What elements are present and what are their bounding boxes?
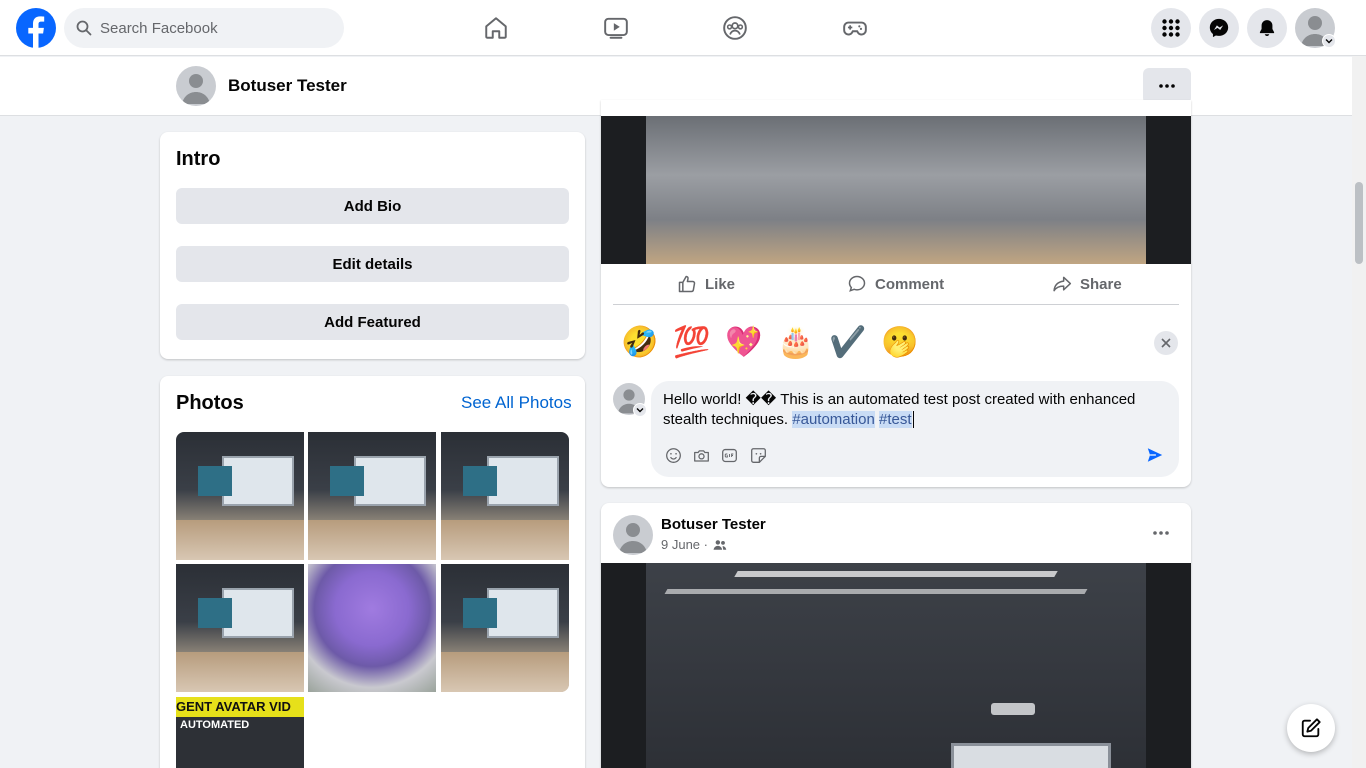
reaction-emoji[interactable]: 🎂 [777, 326, 814, 360]
messenger-icon [1209, 18, 1229, 38]
gif-icon [721, 448, 737, 462]
friends-audience-icon [713, 539, 726, 550]
profile-avatar[interactable] [176, 66, 216, 106]
bell-icon [1259, 20, 1275, 36]
notifications-button[interactable] [1247, 8, 1287, 48]
chevron-down-icon [636, 408, 644, 413]
nav-video[interactable] [596, 8, 636, 48]
photo-thumbnail[interactable] [441, 432, 569, 560]
post-image[interactable] [601, 116, 1191, 264]
photo-thumbnail[interactable] [176, 432, 304, 560]
grid-menu-icon [1162, 19, 1180, 37]
post-image[interactable] [601, 563, 1191, 768]
comment-input[interactable]: Hello world! �� This is an automated tes… [663, 390, 1163, 430]
sticker-button[interactable] [749, 446, 767, 464]
close-icon [1161, 338, 1171, 348]
page-scrollbar[interactable] [1352, 56, 1366, 768]
scrollbar-thumb[interactable] [1355, 182, 1363, 264]
photo-thumbnail[interactable] [441, 564, 569, 692]
chevron-down-icon [1325, 39, 1333, 44]
photo-button[interactable] [692, 446, 710, 464]
edit-details-button[interactable]: Edit details [176, 246, 569, 282]
like-button[interactable]: Like [677, 272, 735, 296]
reaction-emoji[interactable]: 💯 [673, 326, 710, 360]
nav-gaming[interactable] [835, 8, 875, 48]
add-bio-button[interactable]: Add Bio [176, 188, 569, 224]
groups-icon [723, 16, 747, 40]
comment-button[interactable]: Comment [847, 272, 944, 296]
poster-title: GENT AVATAR VID [176, 697, 304, 717]
share-icon [1053, 276, 1072, 292]
gif-button[interactable] [720, 446, 738, 464]
account-menu-chevron[interactable] [1322, 34, 1336, 48]
add-featured-button[interactable]: Add Featured [176, 304, 569, 340]
send-icon [1147, 448, 1163, 462]
share-label: Share [1080, 275, 1122, 293]
new-message-button[interactable] [1287, 704, 1335, 752]
see-all-photos-link[interactable]: See All Photos [461, 393, 572, 413]
gamepad-icon [843, 21, 867, 36]
comment-icon [848, 275, 866, 292]
reaction-emoji[interactable]: ✔️ [829, 326, 866, 360]
person-icon [619, 523, 647, 553]
person-icon [182, 74, 210, 104]
post-meta: 9 June · [661, 537, 727, 552]
nav-home[interactable] [476, 8, 516, 48]
like-label: Like [705, 275, 736, 293]
menu-button[interactable] [1151, 8, 1191, 48]
nav-groups[interactable] [715, 8, 755, 48]
camera-icon [693, 449, 709, 462]
post-date[interactable]: 9 June [661, 537, 700, 552]
text-caret [912, 411, 914, 428]
reaction-emoji[interactable]: 🫢 [881, 326, 918, 360]
home-icon [485, 17, 507, 39]
post-author-name[interactable]: Botuser Tester [661, 516, 766, 533]
poster-subtitle: AUTOMATED [180, 719, 250, 731]
photo-thumbnail[interactable]: GENT AVATAR VID AUTOMATED [176, 697, 304, 768]
sticker-icon [750, 447, 766, 463]
profile-more-button[interactable] [1143, 68, 1191, 104]
messenger-button[interactable] [1199, 8, 1239, 48]
post-author-avatar[interactable] [613, 515, 653, 555]
meta-separator: · [700, 537, 712, 552]
search-icon [76, 20, 92, 36]
thumbs-up-icon [678, 275, 696, 293]
share-button[interactable]: Share [1052, 272, 1122, 296]
photo-thumbnail[interactable] [308, 432, 436, 560]
divider [613, 304, 1179, 305]
compose-icon [1301, 718, 1321, 738]
send-comment-button[interactable] [1145, 445, 1165, 465]
reaction-emoji[interactable]: 🤣 [621, 326, 658, 360]
post-options-button[interactable] [1149, 521, 1173, 545]
facebook-f-icon [28, 16, 45, 48]
facebook-logo[interactable] [16, 8, 56, 48]
profile-name[interactable]: Botuser Tester [228, 76, 347, 96]
close-reactions-button[interactable] [1154, 331, 1178, 355]
commenter-chevron[interactable] [633, 403, 647, 417]
smiley-icon [665, 447, 681, 463]
search-bar[interactable] [64, 8, 344, 48]
intro-title: Intro [176, 148, 221, 170]
ellipsis-icon [1153, 531, 1169, 535]
hashtag[interactable]: #automation [792, 411, 875, 428]
hashtag[interactable]: #test [879, 411, 912, 428]
photo-thumbnail[interactable] [176, 564, 304, 692]
reaction-emoji[interactable]: 💖 [725, 326, 762, 360]
search-input[interactable] [100, 19, 320, 37]
ellipsis-icon [1159, 84, 1175, 88]
emoji-picker-button[interactable] [664, 446, 682, 464]
photo-thumbnail[interactable] [308, 564, 436, 692]
photos-title: Photos [176, 392, 244, 414]
top-navigation-bar [0, 0, 1366, 56]
comment-label: Comment [875, 275, 945, 293]
video-icon [604, 17, 628, 39]
